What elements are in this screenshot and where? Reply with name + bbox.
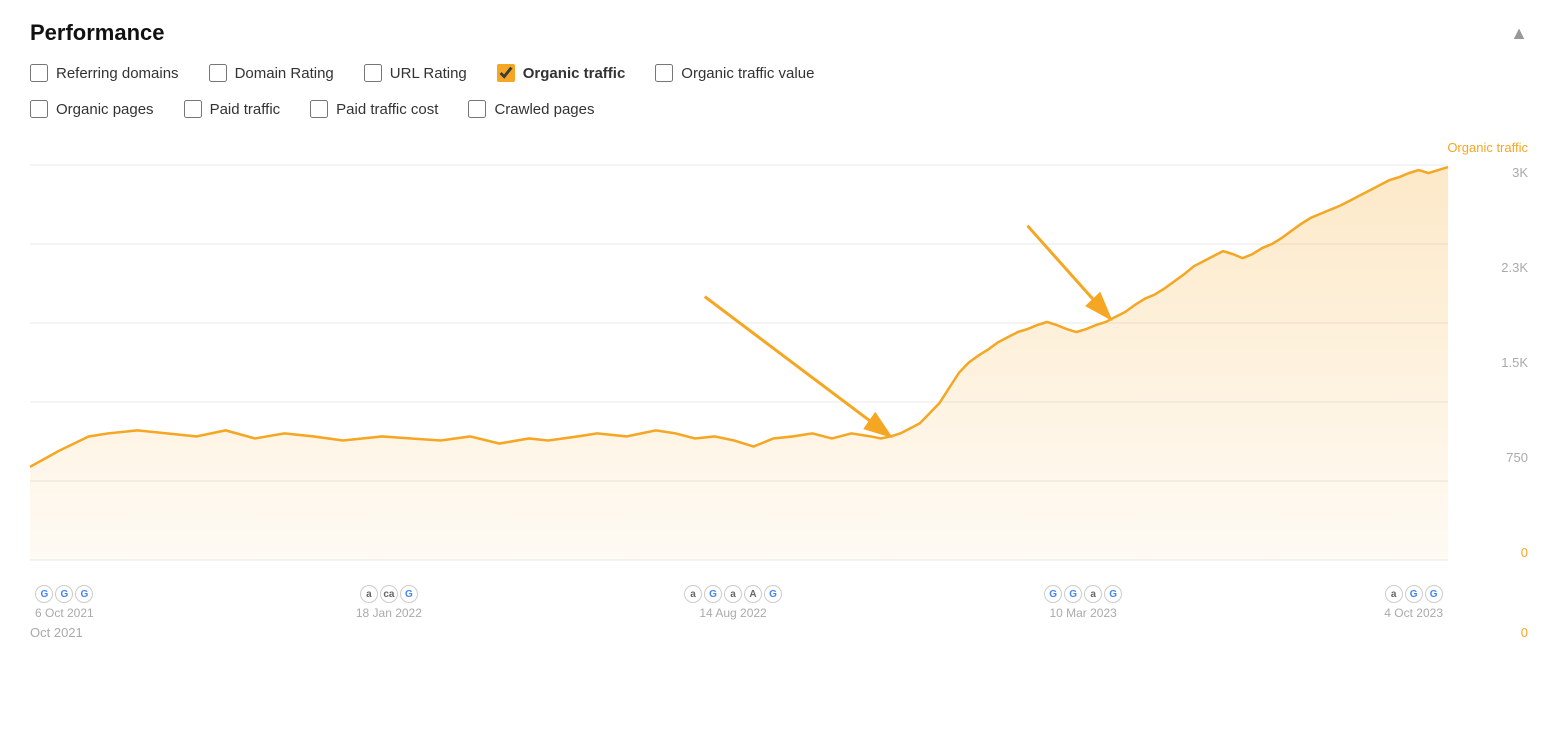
chart-svg-area — [30, 165, 1448, 560]
checkbox-organic-traffic[interactable]: Organic traffic — [497, 64, 626, 82]
bottom-right-value: 0 — [1521, 625, 1528, 640]
google-icon: G — [35, 585, 53, 603]
y-tick-3k: 3K — [1512, 165, 1528, 180]
google-icon: a — [1084, 585, 1102, 603]
google-icon: G — [764, 585, 782, 603]
checkbox-paid-traffic[interactable]: Paid traffic — [184, 100, 281, 118]
google-icon: a — [724, 585, 742, 603]
checkbox-url-rating[interactable]: URL Rating — [364, 64, 467, 82]
filter-row-2: Organic pages Paid traffic Paid traffic … — [30, 100, 1528, 130]
google-icon: G — [1425, 585, 1443, 603]
x-date-label: 14 Aug 2022 — [699, 606, 766, 620]
checkbox-organic-pages[interactable]: Organic pages — [30, 100, 154, 118]
y-axis-label: Organic traffic — [1447, 140, 1528, 155]
chart-svg — [30, 165, 1448, 560]
page-title: Performance — [30, 20, 165, 46]
checkbox-domain-rating[interactable]: Domain Rating — [209, 64, 334, 82]
x-label-oct2023: a G G 4 Oct 2023 — [1384, 585, 1443, 620]
google-icon: G — [704, 585, 722, 603]
filter-row-1: Referring domains Domain Rating URL Rati… — [30, 64, 1528, 94]
checkbox-referring-domains[interactable]: Referring domains — [30, 64, 179, 82]
y-axis-ticks: 3K 2.3K 1.5K 750 0 — [1453, 165, 1528, 560]
checkbox-paid-traffic-cost[interactable]: Paid traffic cost — [310, 100, 438, 118]
google-icon: G — [400, 585, 418, 603]
google-icon: G — [55, 585, 73, 603]
annotation-arrow-2 — [1027, 226, 1110, 319]
x-date-label: 4 Oct 2023 — [1384, 606, 1443, 620]
google-icon: G — [1104, 585, 1122, 603]
x-label-mar2023: G G a G 10 Mar 2023 — [1044, 585, 1122, 620]
google-icon: a — [360, 585, 378, 603]
y-tick-2.3k: 2.3K — [1501, 260, 1528, 275]
chart-fill-area — [30, 167, 1448, 560]
google-icon: A — [744, 585, 762, 603]
collapse-button[interactable]: ▲ — [1510, 23, 1528, 44]
google-icon: G — [1064, 585, 1082, 603]
checkbox-crawled-pages[interactable]: Crawled pages — [468, 100, 594, 118]
google-icon: G — [75, 585, 93, 603]
y-tick-1.5k: 1.5K — [1501, 355, 1528, 370]
x-date-label: 18 Jan 2022 — [356, 606, 422, 620]
google-icon: a — [684, 585, 702, 603]
performance-chart: Organic traffic 3K 2.3K 1.5K 750 0 — [30, 140, 1528, 620]
annotation-arrow-1 — [705, 297, 891, 437]
google-icon: G — [1405, 585, 1423, 603]
x-label-oct2021: G G G 6 Oct 2021 — [35, 585, 94, 620]
x-label-jan2022: a ca G 18 Jan 2022 — [356, 585, 422, 620]
y-tick-750: 750 — [1506, 450, 1528, 465]
bottom-left-label: Oct 2021 — [30, 625, 83, 640]
x-label-aug2022: a G a A G 14 Aug 2022 — [684, 585, 782, 620]
page-header: Performance ▲ — [30, 20, 1528, 46]
google-icon: ca — [380, 585, 398, 603]
x-date-label: 10 Mar 2023 — [1049, 606, 1116, 620]
y-tick-0: 0 — [1521, 545, 1528, 560]
google-icon: G — [1044, 585, 1062, 603]
checkbox-organic-traffic-value[interactable]: Organic traffic value — [655, 64, 814, 82]
x-date-label: 6 Oct 2021 — [35, 606, 94, 620]
x-axis: G G G 6 Oct 2021 a ca G 18 Jan 2022 a G … — [30, 585, 1448, 620]
google-icon: a — [1385, 585, 1403, 603]
